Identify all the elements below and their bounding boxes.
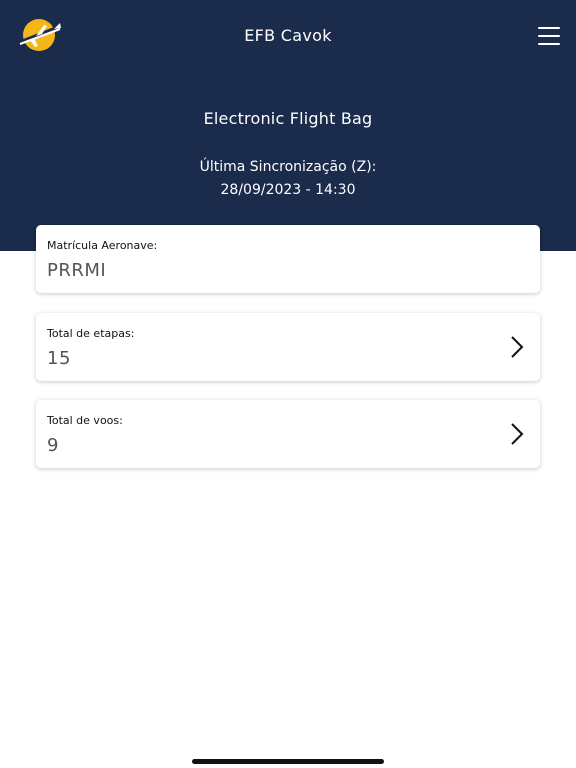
sync-label: Última Sincronização (Z): [199,159,377,175]
chevron-right-icon[interactable] [508,335,526,359]
chevron-right-icon[interactable] [508,422,526,446]
total-legs-label: Total de etapas: [47,327,135,340]
total-legs-value: 15 [47,348,71,369]
total-legs-card[interactable]: Total de etapas: 15 [36,313,540,381]
total-flights-value: 9 [47,435,59,456]
page-subtitle: Electronic Flight Bag [203,109,373,128]
aircraft-registration-value: PRRMI [47,260,107,281]
home-indicator[interactable] [192,759,384,764]
aircraft-registration-card: Matrícula Aeronave: PRRMI [36,225,540,293]
aircraft-registration-label: Matrícula Aeronave: [47,239,158,252]
app-header: EFB Cavok Electronic Flight Bag Última S… [0,0,576,251]
hamburger-menu-icon[interactable] [536,24,562,48]
total-flights-label: Total de voos: [47,414,123,427]
app-title: EFB Cavok [244,26,332,45]
total-flights-card[interactable]: Total de voos: 9 [36,400,540,468]
sync-timestamp: 28/09/2023 - 14:30 [220,182,356,198]
